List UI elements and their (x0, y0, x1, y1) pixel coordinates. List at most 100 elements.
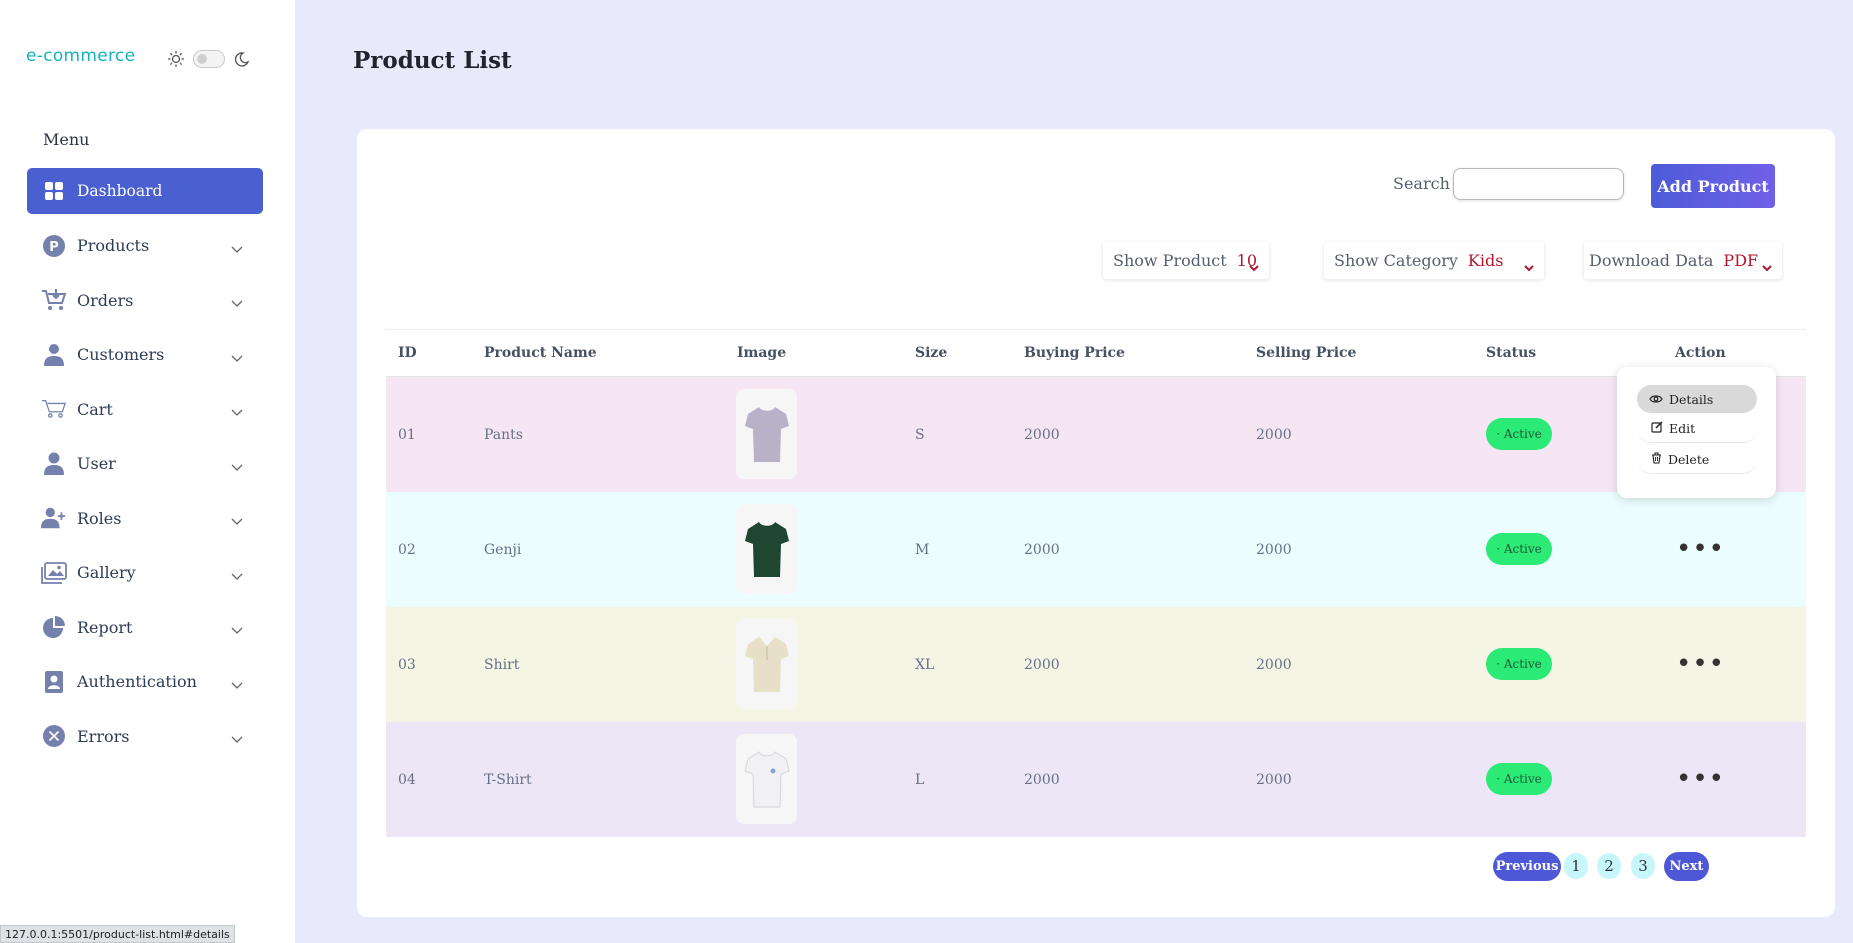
cell-size: XL (915, 657, 935, 673)
status-badge: · Active (1486, 418, 1552, 450)
sidebar-item-errors[interactable]: Errors (27, 713, 263, 759)
tshirt-icon (744, 407, 789, 462)
chevron-down-icon (231, 566, 243, 585)
table-row: 01 Pants S 2000 2000 · Active (386, 377, 1806, 492)
previous-page-button[interactable]: Previous (1493, 852, 1561, 881)
cell-name: T-Shirt (484, 772, 532, 788)
sidebar-item-cart[interactable]: Cart (27, 386, 263, 432)
chevron-down-icon (231, 402, 243, 421)
status-badge: · Active (1486, 763, 1552, 795)
product-table: ID Product Name Image Size Buying Price … (386, 329, 1806, 837)
page-1-button[interactable]: 1 (1564, 853, 1588, 879)
cell-selling-price: 2000 (1256, 772, 1292, 788)
cell-name: Genji (484, 542, 522, 558)
col-id: ID (398, 345, 417, 361)
sidebar: e-commerce Menu Dashboard P Products Ord… (0, 0, 295, 943)
more-actions-icon[interactable]: ••• (1676, 536, 1725, 562)
sidebar-item-customers[interactable]: Customers (27, 332, 263, 378)
page-3-button[interactable]: 3 (1631, 853, 1655, 879)
next-page-button[interactable]: Next (1664, 852, 1709, 881)
product-p-icon: P (41, 233, 67, 259)
delete-menu-item[interactable]: Delete (1637, 446, 1757, 474)
sidebar-item-label: Errors (77, 726, 130, 746)
dropdown-arrow-icon (1249, 257, 1259, 276)
cell-size: S (915, 427, 925, 443)
sidebar-item-label: Cart (77, 399, 113, 419)
toggle-knob (197, 54, 207, 64)
sidebar-item-label: Orders (77, 290, 134, 310)
col-buying-price: Buying Price (1024, 345, 1125, 361)
sun-icon (167, 50, 185, 68)
download-data-select[interactable]: Download Data PDF (1584, 242, 1782, 279)
sidebar-item-authentication[interactable]: Authentication (27, 659, 263, 705)
grid-icon (41, 178, 67, 204)
cart-download-icon (41, 287, 67, 313)
show-category-select[interactable]: Show Category Kids (1324, 242, 1544, 279)
sidebar-item-label: Dashboard (77, 182, 163, 200)
sidebar-item-products[interactable]: P Products (27, 223, 263, 269)
dropdown-arrow-icon (1524, 257, 1534, 276)
status-badge: · Active (1486, 533, 1552, 565)
sidebar-item-gallery[interactable]: Gallery (27, 550, 263, 596)
product-image (736, 389, 797, 479)
sidebar-item-user[interactable]: User (27, 441, 263, 487)
more-actions-icon[interactable]: ••• (1676, 766, 1725, 792)
cell-name: Shirt (484, 657, 520, 673)
col-size: Size (915, 345, 948, 361)
sidebar-item-label: Gallery (77, 563, 136, 582)
cell-selling-price: 2000 (1256, 657, 1292, 673)
search-input[interactable] (1453, 168, 1624, 200)
theme-toggle[interactable] (193, 50, 225, 68)
sidebar-item-label: Customers (77, 345, 165, 364)
sidebar-item-report[interactable]: Report (27, 604, 263, 650)
product-image (736, 504, 797, 594)
sidebar-item-orders[interactable]: Orders (27, 277, 263, 323)
chevron-down-icon (231, 620, 243, 639)
edit-menu-item[interactable]: Edit (1637, 415, 1757, 443)
cell-selling-price: 2000 (1256, 542, 1292, 558)
cell-buying-price: 2000 (1024, 542, 1060, 558)
cell-selling-price: 2000 (1256, 427, 1292, 443)
filter-label: Download Data (1589, 251, 1714, 270)
sidebar-item-dashboard[interactable]: Dashboard (27, 168, 263, 214)
chevron-down-icon (231, 348, 243, 367)
sidebar-item-label: User (77, 454, 116, 473)
menu-title: Menu (43, 130, 90, 149)
status-badge: · Active (1486, 648, 1552, 680)
page-title: Product List (353, 47, 512, 74)
sidebar-item-roles[interactable]: Roles (27, 495, 263, 541)
edit-label: Edit (1669, 421, 1696, 436)
more-actions-icon[interactable]: ••• (1676, 651, 1725, 677)
add-product-button[interactable]: Add Product (1651, 164, 1775, 208)
filter-value: PDF (1723, 251, 1759, 270)
moon-icon (233, 51, 250, 68)
product-image (736, 734, 797, 824)
svg-text:P: P (49, 240, 59, 255)
polo-shirt-icon (744, 637, 789, 692)
table-row: 03 Shirt XL 2000 2000 · Active ••• (386, 607, 1806, 722)
chevron-down-icon (231, 239, 243, 258)
eye-icon (1649, 392, 1663, 407)
tshirt-icon (744, 522, 789, 577)
details-menu-item[interactable]: Details (1637, 385, 1757, 413)
brand-logo[interactable]: e-commerce (26, 46, 135, 66)
dropdown-arrow-icon (1762, 257, 1772, 276)
page-2-button[interactable]: 2 (1597, 853, 1621, 879)
filter-label: Show Category (1334, 251, 1458, 270)
browser-status-url: 127.0.0.1:5501/product-list.html#details (0, 925, 235, 943)
cell-id: 03 (398, 657, 416, 673)
action-menu: Details Edit Delete (1617, 367, 1776, 498)
trash-icon (1651, 452, 1662, 467)
customer-icon (41, 342, 67, 368)
chevron-down-icon (231, 457, 243, 476)
show-product-select[interactable]: Show Product 10 (1103, 242, 1269, 279)
details-label: Details (1669, 391, 1714, 407)
sidebar-item-label: Roles (77, 508, 122, 528)
edit-icon (1651, 421, 1663, 436)
chevron-down-icon (231, 293, 243, 312)
cell-buying-price: 2000 (1024, 772, 1060, 788)
col-selling-price: Selling Price (1256, 345, 1357, 361)
cell-size: M (915, 542, 930, 558)
cell-buying-price: 2000 (1024, 427, 1060, 443)
cell-id: 02 (398, 542, 416, 558)
